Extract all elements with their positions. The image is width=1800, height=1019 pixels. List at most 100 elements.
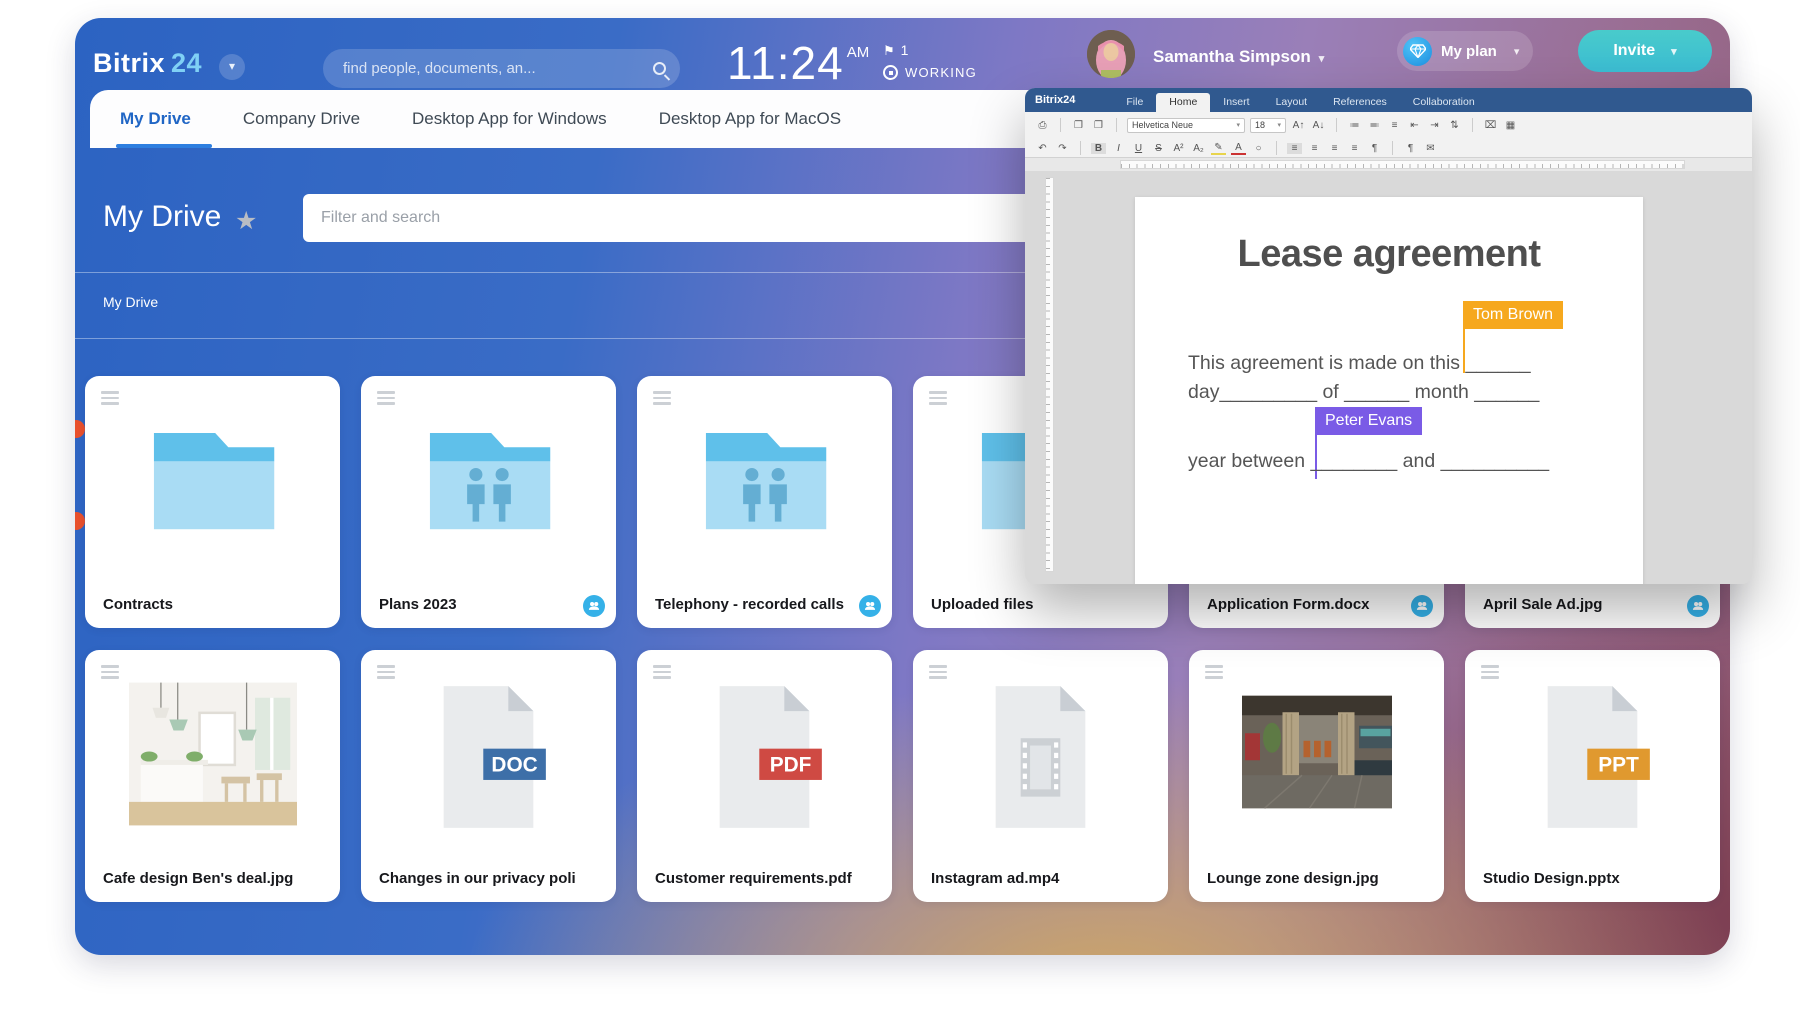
user-menu[interactable]: Samantha Simpson▾ [1153,47,1324,67]
document-text-line: day_________ of ______ month ______ [1188,381,1539,404]
file-card-plans-2023[interactable]: Plans 2023 [361,376,616,628]
file-card-studio-design[interactable]: PPT Studio Design.pptx [1465,650,1720,902]
file-card-privacy-policy[interactable]: DOC Changes in our privacy poli... [361,650,616,902]
global-search[interactable] [323,49,680,88]
file-name: Instagram ad.mp4 [931,870,1128,887]
multilevel-list-button[interactable]: ≡ [1387,120,1402,131]
doc-badge-text: DOC [491,754,537,777]
underline-button[interactable]: U [1131,143,1146,154]
work-status-button[interactable]: WORKING [883,65,977,80]
video-file-icon [913,684,1168,830]
clock-meridiem: AM [847,44,870,61]
bullet-list-button[interactable]: ≔ [1347,120,1362,131]
folder-icon [85,410,340,550]
file-card-lounge-zone[interactable]: Lounge zone design.jpg [1189,650,1444,902]
editor-canvas: Lease agreement Tom Brown This agreement… [1025,171,1752,584]
tab-company-drive[interactable]: Company Drive [243,90,360,148]
card-menu-icon[interactable] [653,391,671,405]
undo-button[interactable]: ↶ [1035,143,1050,154]
menu-home[interactable]: Home [1156,93,1210,112]
bold-button[interactable]: B [1091,143,1106,154]
superscript-button[interactable]: A² [1171,143,1186,154]
my-plan-label: My plan [1441,43,1497,60]
mail-merge-button[interactable]: ✉ [1423,143,1438,154]
shared-badge-icon [583,595,605,617]
my-plan-button[interactable]: My plan ▾ [1397,31,1533,71]
shrink-font-button[interactable]: A↓ [1311,120,1326,131]
avatar-image [1087,30,1135,78]
shared-badge-icon [1687,595,1709,617]
notifications[interactable]: ⚑1 [883,42,908,59]
font-family-select[interactable]: Helvetica Neue▾ [1127,118,1245,133]
file-card-cafe-design[interactable]: Cafe design Ben's deal.jpg [85,650,340,902]
chevron-down-icon[interactable]: ▾ [219,54,245,80]
file-name: Studio Design.pptx [1483,870,1680,887]
menu-layout[interactable]: Layout [1263,93,1321,112]
copy-button[interactable]: ❐ [1071,120,1086,131]
shared-badge-icon [859,595,881,617]
document-editor-window: Bitrix24 File Home Insert Layout Referen… [1025,88,1752,584]
increase-indent-button[interactable]: ⇥ [1427,120,1442,131]
editor-toolbar: ⎙ ❐ ❐ Helvetica Neue▾ 18▾ A↑ A↓ ≔ ≕ ≡ ⇤ … [1025,112,1752,158]
font-size-select[interactable]: 18▾ [1250,118,1286,133]
subscript-button[interactable]: A₂ [1191,143,1206,154]
align-left-button[interactable]: ≡ [1287,143,1302,154]
grow-font-button[interactable]: A↑ [1291,120,1306,131]
favorite-star-icon[interactable]: ★ [235,206,257,236]
insert-image-button[interactable]: ▦ [1503,120,1518,131]
breadcrumb[interactable]: My Drive [103,294,158,310]
tab-desktop-app-windows[interactable]: Desktop App for Windows [412,90,607,148]
menu-collaboration[interactable]: Collaboration [1400,93,1488,112]
format-painter-button[interactable]: ¶ [1403,143,1418,154]
align-justify-button[interactable]: ≡ [1347,143,1362,154]
tab-my-drive[interactable]: My Drive [120,90,191,148]
menu-insert[interactable]: Insert [1210,93,1262,112]
print-button[interactable]: ⎙ [1035,120,1050,131]
document-page[interactable]: Lease agreement Tom Brown This agreement… [1135,197,1643,584]
tab-desktop-app-macos[interactable]: Desktop App for MacOS [659,90,841,148]
font-color-button[interactable]: A [1231,142,1246,155]
align-right-button[interactable]: ≡ [1327,143,1342,154]
ppt-badge-text: PPT [1598,754,1639,777]
line-spacing-button[interactable]: ⇅ [1447,120,1462,131]
file-card-contracts[interactable]: Contracts [85,376,340,628]
avatar[interactable] [1087,30,1135,78]
menu-file[interactable]: File [1113,93,1156,112]
redo-button[interactable]: ↷ [1055,143,1070,154]
flag-icon: ⚑ [883,43,895,58]
file-name: Uploaded files [931,596,1128,613]
clear-format-button[interactable]: ⌧ [1483,120,1498,131]
global-search-input[interactable] [343,60,653,77]
chevron-down-icon: ▾ [1514,45,1520,58]
search-icon[interactable] [653,62,666,75]
menu-references[interactable]: References [1320,93,1400,112]
work-status-label: WORKING [905,65,977,80]
decrease-indent-button[interactable]: ⇤ [1407,120,1422,131]
strikethrough-button[interactable]: S [1151,143,1166,154]
photo-thumbnail [85,680,340,828]
italic-button[interactable]: I [1111,143,1126,154]
chevron-down-icon: ▾ [1236,121,1240,129]
card-menu-icon[interactable] [377,391,395,405]
card-menu-icon[interactable] [377,665,395,679]
horizontal-ruler [1025,158,1752,171]
paragraph-mark-button[interactable]: ¶ [1367,143,1382,154]
file-card-instagram-ad[interactable]: Instagram ad.mp4 [913,650,1168,902]
invite-button[interactable]: Invite▾ [1578,30,1712,72]
card-menu-icon[interactable] [929,665,947,679]
card-menu-icon[interactable] [653,665,671,679]
card-menu-icon[interactable] [929,391,947,405]
card-menu-icon[interactable] [1481,665,1499,679]
numbered-list-button[interactable]: ≕ [1367,120,1382,131]
card-menu-icon[interactable] [101,665,119,679]
highlight-button[interactable]: ✎ [1211,142,1226,155]
file-card-customer-requirements[interactable]: PDF Customer requirements.pdf [637,650,892,902]
align-center-button[interactable]: ≡ [1307,143,1322,154]
file-name: Contracts [103,596,300,613]
card-menu-icon[interactable] [1205,665,1223,679]
paste-button[interactable]: ❐ [1091,120,1106,131]
card-menu-icon[interactable] [101,391,119,405]
shading-button[interactable]: ○ [1251,143,1266,154]
diamond-icon [1403,37,1432,66]
file-card-telephony[interactable]: Telephony - recorded calls [637,376,892,628]
